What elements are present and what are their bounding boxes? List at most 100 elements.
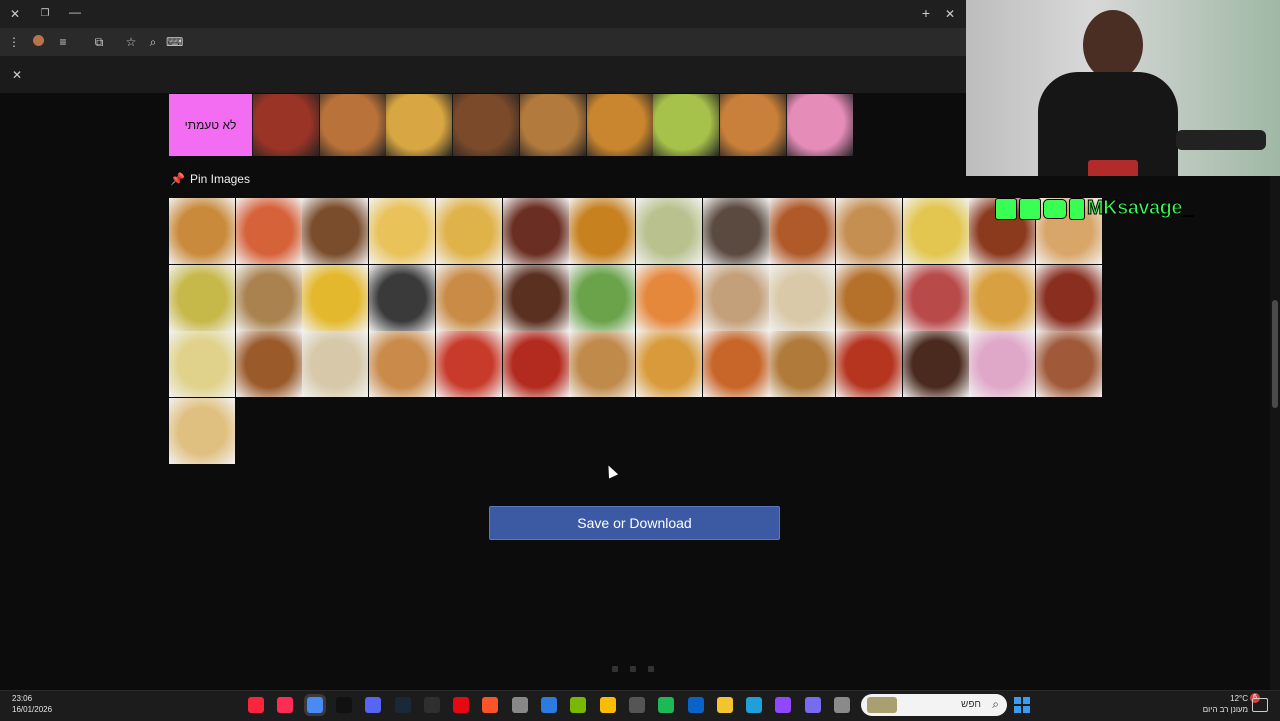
search-placeholder: חפש <box>961 699 981 710</box>
food-image-crepe[interactable] <box>169 398 235 464</box>
taskbar-chrome-active-icon[interactable] <box>307 697 323 713</box>
food-image-fried-egg[interactable] <box>369 198 435 264</box>
food-image-omelette[interactable] <box>436 198 502 264</box>
dot <box>630 666 636 672</box>
food-image-fish-fillet[interactable] <box>769 265 835 331</box>
clock[interactable]: 23:06 16/01/2026 <box>12 693 52 715</box>
food-image-salad[interactable] <box>569 265 635 331</box>
taskbar-discord-icon[interactable] <box>365 697 381 713</box>
social-handle-banner: MKsavage_ <box>995 197 1194 220</box>
taskbar-app-circle-icon[interactable] <box>512 697 528 713</box>
food-image-casserole[interactable] <box>769 331 835 397</box>
zoom-icon[interactable]: ⌕ <box>145 34 161 50</box>
close-window-button[interactable]: ✕ <box>7 6 23 22</box>
tab-search-icon[interactable]: ≡ <box>55 34 71 50</box>
food-image-sausage[interactable] <box>1036 331 1102 397</box>
taskbar-search[interactable]: חפש ⌕ <box>861 694 1007 716</box>
taskbar-brave-icon[interactable] <box>482 697 498 713</box>
food-image-brownies[interactable] <box>503 265 569 331</box>
save-or-download-button[interactable]: Save or Download <box>489 506 780 540</box>
food-image-cigars[interactable] <box>169 198 235 264</box>
food-image-kofta-stew[interactable] <box>1036 265 1102 331</box>
taskbar-spotify-icon[interactable] <box>658 697 674 713</box>
tier-label[interactable]: לא טעמתי <box>169 94 252 156</box>
taskbar-app-gray-icon[interactable] <box>834 697 850 713</box>
tier-image-fried-sticks[interactable] <box>720 94 786 156</box>
food-image-ice-cream[interactable] <box>969 331 1035 397</box>
food-image-tomato-sauce[interactable] <box>503 331 569 397</box>
taskbar-twitch-icon[interactable] <box>775 697 791 713</box>
kick-icon <box>995 197 1017 220</box>
scrollbar-thumb[interactable] <box>1272 300 1278 408</box>
food-image-caviar[interactable] <box>369 265 435 331</box>
food-image-chocolate-cake[interactable] <box>903 331 969 397</box>
food-image-fritters[interactable] <box>836 265 902 331</box>
tier-image-cheeseburger[interactable] <box>587 94 653 156</box>
menu-dots-icon[interactable]: ⋮ <box>6 34 22 50</box>
taskbar-chrome-icon[interactable] <box>600 697 616 713</box>
start-button[interactable] <box>1014 697 1030 713</box>
food-image-steak[interactable] <box>503 198 569 264</box>
food-image-penne[interactable] <box>369 331 435 397</box>
taskbar-explorer-icon[interactable] <box>717 697 733 713</box>
tier-image-hash-browns[interactable] <box>453 94 519 156</box>
weather-widget[interactable]: 12°C מעונן רב היום <box>1198 693 1248 715</box>
food-image-parfait[interactable] <box>903 265 969 331</box>
food-image-hummus[interactable] <box>302 331 368 397</box>
taskbar-edge-icon[interactable] <box>746 697 762 713</box>
food-image-dumplings[interactable] <box>703 265 769 331</box>
notification-icon[interactable] <box>1252 698 1268 712</box>
new-tab-button[interactable]: + <box>918 5 934 21</box>
taskbar-steam-icon[interactable] <box>395 697 411 713</box>
food-image-fruit-salad[interactable] <box>636 265 702 331</box>
food-image-honey[interactable] <box>569 198 635 264</box>
food-image-chicken-breast[interactable] <box>236 265 302 331</box>
bookmark-star-icon[interactable]: ☆ <box>123 34 139 50</box>
food-image-pizza[interactable] <box>236 198 302 264</box>
infobar-close-button[interactable]: ✕ <box>9 67 25 83</box>
food-image-pasta-salad[interactable] <box>636 198 702 264</box>
translate-icon[interactable]: ⌨ <box>166 34 183 50</box>
taskbar-apple-music-icon[interactable] <box>248 697 264 713</box>
taskbar-outlook-icon[interactable] <box>688 697 704 713</box>
food-image-muffin[interactable] <box>302 198 368 264</box>
food-image-bagels[interactable] <box>836 198 902 264</box>
food-image-mashed-potatoes[interactable] <box>169 331 235 397</box>
taskbar-obs-icon[interactable] <box>424 697 440 713</box>
taskbar-copilot-icon[interactable] <box>805 697 821 713</box>
taskbar-netflix-icon[interactable] <box>453 697 469 713</box>
dot <box>648 666 654 672</box>
tier-image-donuts[interactable] <box>787 94 853 156</box>
food-image-corn[interactable] <box>903 198 969 264</box>
food-image-stuffed-zucchini[interactable] <box>703 331 769 397</box>
food-image-soup[interactable] <box>169 265 235 331</box>
taskbar-store-icon[interactable] <box>629 697 645 713</box>
food-image-grilled-cheese[interactable] <box>969 265 1035 331</box>
tab-close-button[interactable]: ✕ <box>942 6 958 22</box>
taskbar-app-blue-icon[interactable] <box>541 697 557 713</box>
taskbar-tiktok-studio-icon[interactable] <box>277 697 293 713</box>
food-image-pancakes[interactable] <box>436 265 502 331</box>
food-image-meatballs[interactable] <box>769 198 835 264</box>
food-image-rice[interactable] <box>636 331 702 397</box>
tier-image-knafeh[interactable] <box>653 94 719 156</box>
search-thumbnail <box>867 697 897 713</box>
food-image-shakshuka[interactable] <box>836 331 902 397</box>
food-image-quiche[interactable] <box>569 331 635 397</box>
tier-image-taco[interactable] <box>386 94 452 156</box>
food-image-schnitzel[interactable] <box>236 331 302 397</box>
restore-window-button[interactable]: ❐ <box>37 6 53 22</box>
pin-images-title: Pin Images <box>189 172 250 186</box>
tier-image-pie[interactable] <box>320 94 386 156</box>
food-image-corn-kernels[interactable] <box>302 265 368 331</box>
extensions-icon[interactable]: ⧉ <box>91 34 107 50</box>
taskbar-nvidia-icon[interactable] <box>570 697 586 713</box>
weather-text: מעונן רב היום <box>1202 705 1248 714</box>
food-image-fish[interactable] <box>703 198 769 264</box>
profile-avatar-icon[interactable] <box>30 34 46 50</box>
food-image-stuffed-peppers[interactable] <box>436 331 502 397</box>
tier-image-waffles[interactable] <box>520 94 586 156</box>
tier-image-bacon[interactable] <box>253 94 319 156</box>
taskbar-tiktok-icon[interactable] <box>336 697 352 713</box>
minimize-window-button[interactable]: — <box>67 4 83 20</box>
